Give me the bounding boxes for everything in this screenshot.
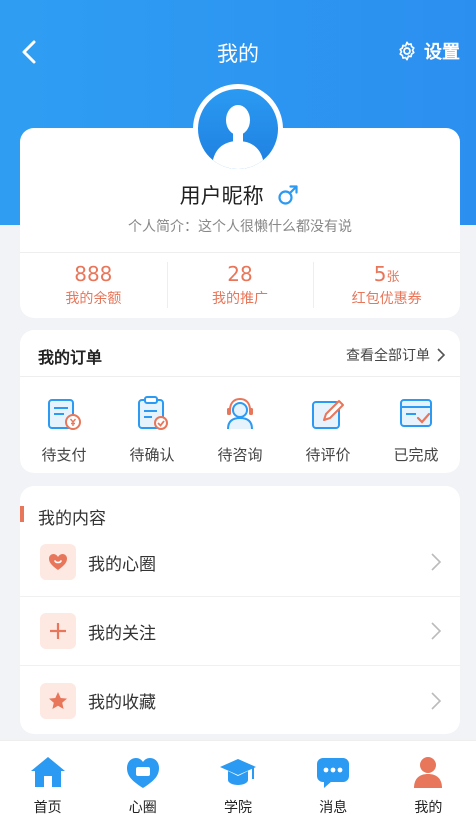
content-item-following[interactable]: 我的关注 [20, 597, 460, 666]
message-icon [317, 758, 350, 788]
settings-label: 设置 [424, 42, 460, 63]
content-item-favorites[interactable]: 我的收藏 [20, 666, 460, 734]
order-pending-consult[interactable]: 待咨询 [196, 394, 284, 465]
stat-promotion[interactable]: 28 我的推广 [166, 252, 314, 318]
chevron-right-icon [431, 553, 442, 571]
order-pending-payment[interactable]: 待支付 [20, 394, 108, 465]
content-title: 我的内容 [38, 509, 106, 529]
order-label: 待咨询 [217, 446, 263, 464]
orders-card: 我的订单 查看全部订单 待支付 待确认 待咨询 待评价 已完成 [20, 330, 460, 473]
heart-icon [40, 544, 76, 580]
tab-academy[interactable]: 学院 [190, 741, 285, 829]
avatar-image [198, 89, 278, 169]
order-completed[interactable]: 已完成 [372, 394, 460, 465]
stat-coupons[interactable]: 5张 红包优惠券 [313, 252, 460, 318]
tab-label: 消息 [319, 800, 348, 816]
view-all-orders-link[interactable]: 查看全部订单 [346, 345, 446, 365]
orders-title: 我的订单 [38, 348, 103, 367]
avatar[interactable] [193, 84, 283, 174]
gear-icon [399, 41, 415, 61]
stat-label: 我的推广 [212, 291, 268, 307]
payment-icon [48, 399, 81, 430]
stat-label: 红包优惠券 [351, 291, 422, 307]
content-item-label: 我的收藏 [88, 693, 156, 713]
plus-icon [40, 613, 76, 649]
stat-value: 888 [74, 262, 113, 286]
stat-balance[interactable]: 888 我的余额 [20, 252, 167, 318]
nickname: 用户昵称 [179, 184, 264, 208]
view-all-orders-label: 查看全部订单 [346, 348, 430, 364]
tab-label: 心圈 [128, 800, 157, 816]
content-item-heart-circle[interactable]: 我的心圈 [20, 528, 460, 597]
user-silhouette-icon [212, 105, 264, 169]
heart-chat-icon [126, 758, 159, 788]
nickname-row[interactable]: 用户昵称 [20, 180, 460, 210]
tab-bar: 首页 心圈 学院 消息 我的 [0, 740, 476, 829]
stats-row: 888 我的余额 28 我的推广 5张 红包优惠券 [20, 252, 460, 318]
stat-unit: 张 [386, 270, 400, 285]
completed-icon [400, 399, 432, 427]
order-label: 待评价 [305, 446, 351, 464]
profile-bio: 个人简介：这个人很懒什么都没有说 [128, 219, 352, 235]
chevron-right-icon [431, 622, 442, 640]
stat-label: 我的余额 [65, 291, 122, 307]
content-item-label: 我的心圈 [88, 554, 156, 575]
content-item-label: 我的关注 [88, 623, 156, 644]
order-status-row: 待支付 待确认 待咨询 待评价 已完成 [20, 394, 460, 465]
order-label: 已完成 [393, 446, 439, 464]
review-icon [312, 400, 344, 429]
tab-label: 我的 [414, 800, 443, 816]
order-pending-confirm[interactable]: 待确认 [108, 394, 196, 465]
chevron-right-icon [437, 348, 446, 362]
graduation-cap-icon [220, 759, 256, 785]
tab-label: 学院 [224, 800, 252, 816]
tab-mine[interactable]: 我的 [381, 741, 476, 829]
order-label: 待支付 [41, 446, 87, 464]
tab-home[interactable]: 首页 [0, 741, 95, 829]
chevron-right-icon [431, 691, 442, 710]
confirm-icon [138, 396, 168, 430]
tab-messages[interactable]: 消息 [286, 741, 381, 829]
section-accent-bar [20, 506, 24, 522]
consult-icon [227, 397, 253, 430]
star-icon [40, 682, 76, 719]
male-icon [278, 185, 298, 205]
order-label: 待确认 [129, 446, 175, 464]
home-icon [30, 757, 65, 787]
divider [20, 376, 460, 377]
profile-icon [414, 757, 443, 788]
settings-button[interactable]: 设置 [396, 38, 460, 64]
order-pending-review[interactable]: 待评价 [284, 394, 372, 465]
stat-value: 28 [227, 262, 253, 286]
content-card: 我的内容 我的心圈 我的关注 我的收藏 [20, 486, 460, 734]
stat-value: 5 [373, 262, 387, 286]
tab-label: 首页 [33, 800, 62, 816]
tab-heart-circle[interactable]: 心圈 [95, 741, 190, 829]
